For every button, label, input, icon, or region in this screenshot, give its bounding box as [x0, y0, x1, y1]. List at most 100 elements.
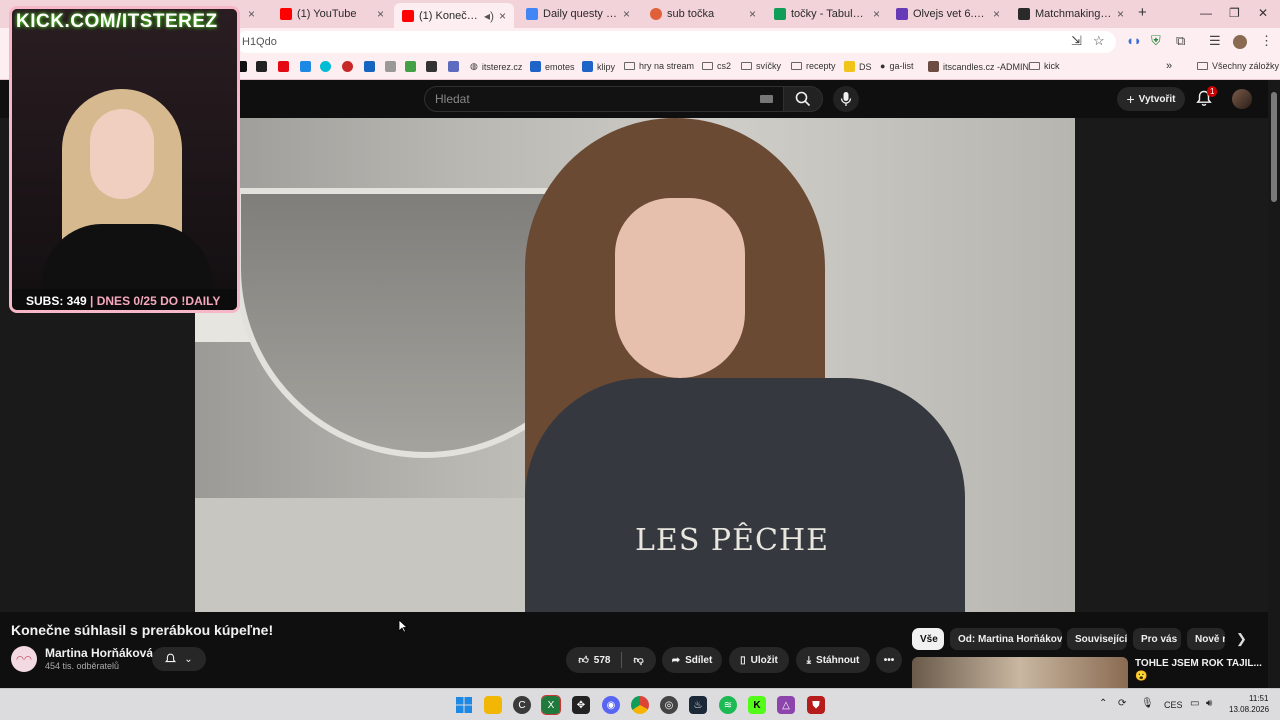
extension-shield-icon[interactable]: ⛨ — [1151, 33, 1161, 49]
kebab-menu-icon[interactable]: ⋮ — [1260, 33, 1273, 49]
netflix-icon[interactable] — [278, 61, 289, 72]
tab-tocky-sheets[interactable]: točky - Tabulky Goog × — [766, 3, 888, 25]
related-video-title[interactable]: TOHLE JSEM ROK TAJIL... — [1135, 658, 1262, 669]
language-indicator[interactable]: CES — [1164, 700, 1183, 710]
video-player[interactable]: LES PÊCHE — [195, 118, 1075, 612]
bookmark-blue-icon[interactable] — [300, 61, 311, 72]
chrome-icon[interactable] — [631, 696, 649, 714]
chip-from-channel[interactable]: Od: Martina Horňáková — [950, 628, 1062, 650]
chip-related[interactable]: Související — [1067, 628, 1127, 650]
chip-for-you[interactable]: Pro vás — [1133, 628, 1181, 650]
steam-icon[interactable]: ♨ — [689, 696, 707, 714]
close-icon[interactable]: × — [749, 7, 756, 21]
new-tab-button[interactable]: + — [1138, 4, 1147, 21]
bookmark-tt-icon[interactable] — [405, 61, 416, 72]
chevron-right-icon[interactable]: ❯ — [1236, 631, 1247, 647]
bookmark-folder-hry[interactable]: hry na stream — [624, 61, 694, 71]
network-status-icon[interactable]: ⟳ — [1118, 698, 1126, 709]
kick-app-icon[interactable]: K — [748, 696, 766, 714]
close-icon[interactable]: × — [248, 7, 255, 21]
discord-icon[interactable]: ◉ — [602, 696, 620, 714]
tab-youtube[interactable]: (1) YouTube × — [272, 3, 392, 25]
display-icon[interactable]: ▭ — [1190, 698, 1199, 709]
bookmark-folder-svicky[interactable]: svíčky — [741, 61, 781, 71]
page-scrollbar[interactable] — [1268, 80, 1280, 688]
bookmark-itscandles[interactable]: itscandles.cz -ADMIN — [928, 61, 1029, 72]
file-explorer-icon[interactable] — [484, 696, 502, 714]
subscription-bell-button[interactable]: ⌄ — [152, 647, 206, 671]
more-actions-button[interactable]: ••• — [876, 647, 902, 673]
tab-matchmaking[interactable]: Matchmaking - Euro × — [1010, 3, 1132, 25]
create-button[interactable]: + Vytvořit — [1117, 87, 1185, 111]
windows-start-icon[interactable] — [455, 696, 473, 714]
dislike-button[interactable]: 👎︎ — [633, 654, 643, 666]
bookmark-chart-icon[interactable] — [448, 61, 459, 72]
tab-pinned[interactable]: × — [240, 3, 264, 25]
close-icon[interactable]: × — [993, 7, 1000, 21]
address-bar[interactable]: H1Qdo — [236, 31, 1116, 53]
mic-tray-icon[interactable]: 🎙︎ — [1141, 698, 1154, 709]
bookmark-app-icon[interactable] — [256, 61, 267, 72]
channel-avatar[interactable]: ◠◠ — [11, 646, 37, 672]
scrollbar-thumb[interactable] — [1271, 92, 1277, 202]
obs-icon[interactable]: ◎ — [660, 696, 678, 714]
close-icon[interactable]: × — [1117, 7, 1124, 21]
download-button[interactable]: ⤓ Stáhnout — [796, 647, 870, 673]
bookmark-folder-recepty[interactable]: recepty — [791, 61, 836, 71]
search-input[interactable]: Hledat — [424, 86, 784, 112]
close-icon[interactable]: × — [623, 7, 630, 21]
chip-all[interactable]: Vše — [912, 628, 944, 650]
shield-app-icon[interactable]: ⛊ — [807, 696, 825, 714]
reading-list-icon[interactable]: ☰ — [1209, 33, 1221, 49]
tab-daily-questy[interactable]: Daily questy - Dokum × — [518, 3, 638, 25]
bookmark-ga-list[interactable]: ● ga-list — [880, 61, 913, 71]
account-avatar[interactable] — [1232, 89, 1252, 109]
close-icon[interactable]: × — [873, 7, 880, 21]
clock-time[interactable]: 11:51 — [1249, 694, 1268, 703]
spotify-icon[interactable]: ≋ — [719, 696, 737, 714]
clock-date[interactable]: 13.08.2026 — [1229, 705, 1269, 714]
close-icon[interactable]: × — [499, 9, 506, 23]
minimize-icon[interactable]: — — [1200, 6, 1212, 20]
paypal-icon[interactable] — [364, 61, 375, 72]
share-button[interactable]: ➦ Sdílet — [662, 647, 722, 673]
bookmark-emotes[interactable]: emotes — [530, 61, 575, 72]
bookmark-fb-icon[interactable] — [385, 61, 396, 72]
extension-audio-icon[interactable]: ◖◗ — [1126, 33, 1142, 48]
extensions-puzzle-icon[interactable]: ⧉ — [1176, 33, 1185, 49]
close-window-icon[interactable]: ✕ — [1258, 6, 1268, 20]
save-button[interactable]: ▯ Uložit — [729, 647, 789, 673]
excel-icon[interactable]: X — [541, 695, 561, 715]
like-button[interactable]: 👍︎ 578 — [578, 654, 610, 667]
restore-icon[interactable]: ❐ — [1229, 6, 1240, 20]
triangle-app-icon[interactable]: △ — [777, 696, 795, 714]
bookmark-star-icon[interactable]: ☆ — [1093, 33, 1105, 49]
bookmark-ds[interactable]: DS — [844, 61, 872, 72]
all-bookmarks[interactable]: Všechny záložky — [1197, 61, 1279, 71]
tab-sub-tocka[interactable]: sub točka × — [642, 3, 764, 25]
game-app-icon[interactable]: ✥ — [572, 696, 590, 714]
app-c-icon[interactable]: C — [513, 696, 531, 714]
bookmark-download-icon[interactable] — [426, 61, 437, 72]
profile-avatar-icon[interactable] — [1233, 35, 1247, 49]
search-button[interactable] — [783, 86, 823, 112]
speaker-icon[interactable]: ◂) — [484, 9, 494, 23]
bookmark-folder-cs2[interactable]: cs2 — [702, 61, 731, 71]
bookmark-teal-icon[interactable] — [320, 61, 331, 72]
bookmark-klipy[interactable]: klipy — [582, 61, 615, 72]
bookmarks-overflow-icon[interactable]: » — [1166, 60, 1172, 72]
keyboard-icon[interactable] — [760, 95, 773, 103]
bookmark-red-icon[interactable] — [342, 61, 353, 72]
bookmark-itsterez[interactable]: ◍ itsterez.cz — [470, 61, 522, 72]
tray-overflow-icon[interactable]: ⌃ — [1099, 698, 1107, 709]
related-video-thumbnail[interactable] — [912, 657, 1128, 689]
install-icon[interactable]: ⇲ — [1071, 33, 1082, 49]
tab-active-video[interactable]: (1) Konečne súhl ◂) × — [394, 3, 514, 28]
bookmark-folder-kick[interactable]: kick — [1029, 61, 1060, 71]
tab-forms[interactable]: Olvejs vet 6.7 - Form × — [888, 3, 1008, 25]
close-icon[interactable]: × — [377, 7, 384, 21]
chip-new[interactable]: Nově n — [1187, 628, 1225, 650]
volume-icon[interactable]: 🔊︎ — [1206, 698, 1212, 709]
channel-name[interactable]: Martina Horňáková — [45, 646, 153, 660]
voice-search-button[interactable] — [833, 86, 859, 112]
